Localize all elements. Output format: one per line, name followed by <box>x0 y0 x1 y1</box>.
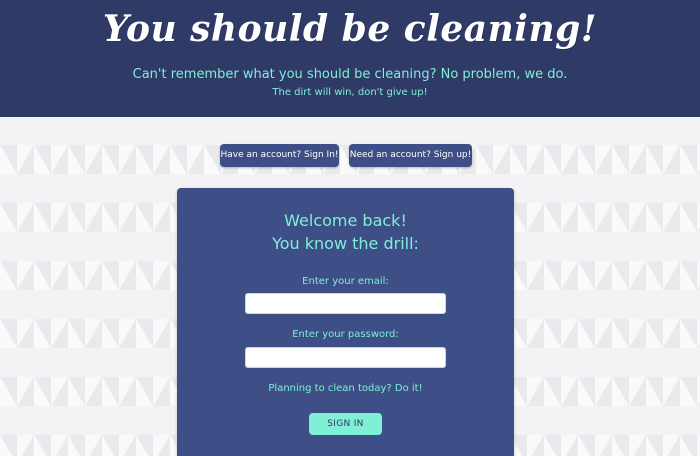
need-account-signup-button[interactable]: Need an account? Sign up! <box>349 144 472 167</box>
page-header: You should be cleaning! Can't remember w… <box>0 0 700 117</box>
subtagline: The dirt will win, don't give up! <box>272 87 428 98</box>
email-field[interactable] <box>245 293 446 314</box>
motivation-text: Planning to clean today? Do it! <box>268 383 423 394</box>
welcome-subheading: You know the drill: <box>272 234 419 253</box>
tagline: Can't remember what you should be cleani… <box>132 67 568 82</box>
welcome-heading: Welcome back! <box>284 211 407 230</box>
sign-in-button[interactable]: SIGN IN <box>309 413 382 435</box>
password-field[interactable] <box>245 347 446 368</box>
email-label: Enter your email: <box>302 276 389 287</box>
site-title: You should be cleaning! <box>102 8 598 50</box>
password-label: Enter your password: <box>292 329 399 340</box>
have-account-signin-button[interactable]: Have an account? Sign In! <box>220 144 339 167</box>
login-card: Welcome back! You know the drill: Enter … <box>177 188 514 456</box>
